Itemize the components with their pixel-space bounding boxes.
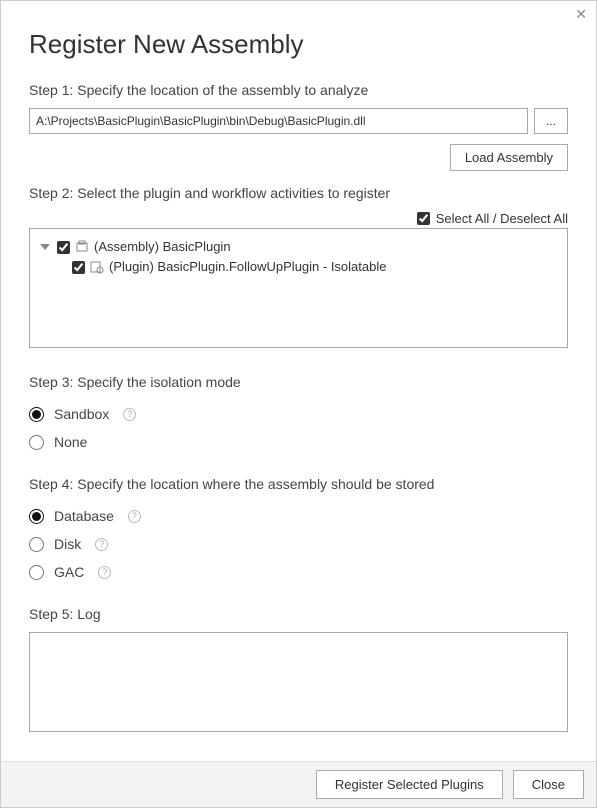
- location-database-label: Database: [54, 508, 114, 524]
- expander-icon[interactable]: [40, 244, 50, 250]
- plugin-checkbox[interactable]: [72, 261, 85, 274]
- help-icon[interactable]: ?: [98, 566, 111, 579]
- isolation-none-radio[interactable]: [29, 435, 44, 450]
- plugin-label: (Plugin) BasicPlugin.FollowUpPlugin - Is…: [109, 257, 386, 277]
- assembly-label: (Assembly) BasicPlugin: [94, 237, 231, 257]
- assembly-path-input[interactable]: [29, 108, 528, 134]
- close-button[interactable]: Close: [513, 770, 584, 799]
- tree-assembly-row[interactable]: (Assembly) BasicPlugin: [36, 237, 561, 257]
- location-disk-row[interactable]: Disk ?: [29, 530, 568, 558]
- isolation-sandbox-label: Sandbox: [54, 406, 109, 422]
- register-button[interactable]: Register Selected Plugins: [316, 770, 503, 799]
- help-icon[interactable]: ?: [123, 408, 136, 421]
- isolation-sandbox-radio[interactable]: [29, 407, 44, 422]
- assembly-icon: [75, 240, 89, 254]
- step1-label: Step 1: Specify the location of the asse…: [29, 82, 568, 98]
- step2-label: Step 2: Select the plugin and workflow a…: [29, 185, 568, 201]
- browse-button[interactable]: ...: [534, 108, 568, 134]
- help-icon[interactable]: ?: [95, 538, 108, 551]
- step3-label: Step 3: Specify the isolation mode: [29, 374, 568, 390]
- log-output: [29, 632, 568, 732]
- plugin-tree: (Assembly) BasicPlugin (Plugin) BasicPlu…: [29, 228, 568, 348]
- location-disk-radio[interactable]: [29, 537, 44, 552]
- location-gac-radio[interactable]: [29, 565, 44, 580]
- tree-plugin-row[interactable]: (Plugin) BasicPlugin.FollowUpPlugin - Is…: [36, 257, 561, 277]
- location-gac-row[interactable]: GAC ?: [29, 558, 568, 586]
- dialog-footer: Register Selected Plugins Close: [1, 761, 596, 807]
- location-database-row[interactable]: Database ?: [29, 502, 568, 530]
- plugin-icon: [90, 260, 104, 274]
- assembly-checkbox[interactable]: [57, 241, 70, 254]
- load-assembly-button[interactable]: Load Assembly: [450, 144, 568, 171]
- isolation-none-row[interactable]: None: [29, 428, 568, 456]
- location-gac-label: GAC: [54, 564, 84, 580]
- close-icon[interactable]: ✕: [575, 6, 587, 23]
- step5-label: Step 5: Log: [29, 606, 568, 622]
- select-all-checkbox[interactable]: [417, 212, 430, 225]
- isolation-none-label: None: [54, 434, 87, 450]
- isolation-sandbox-row[interactable]: Sandbox ?: [29, 400, 568, 428]
- location-disk-label: Disk: [54, 536, 81, 552]
- help-icon[interactable]: ?: [128, 510, 141, 523]
- step4-label: Step 4: Specify the location where the a…: [29, 476, 568, 492]
- location-database-radio[interactable]: [29, 509, 44, 524]
- page-title: Register New Assembly: [29, 29, 568, 60]
- select-all-label: Select All / Deselect All: [436, 211, 568, 226]
